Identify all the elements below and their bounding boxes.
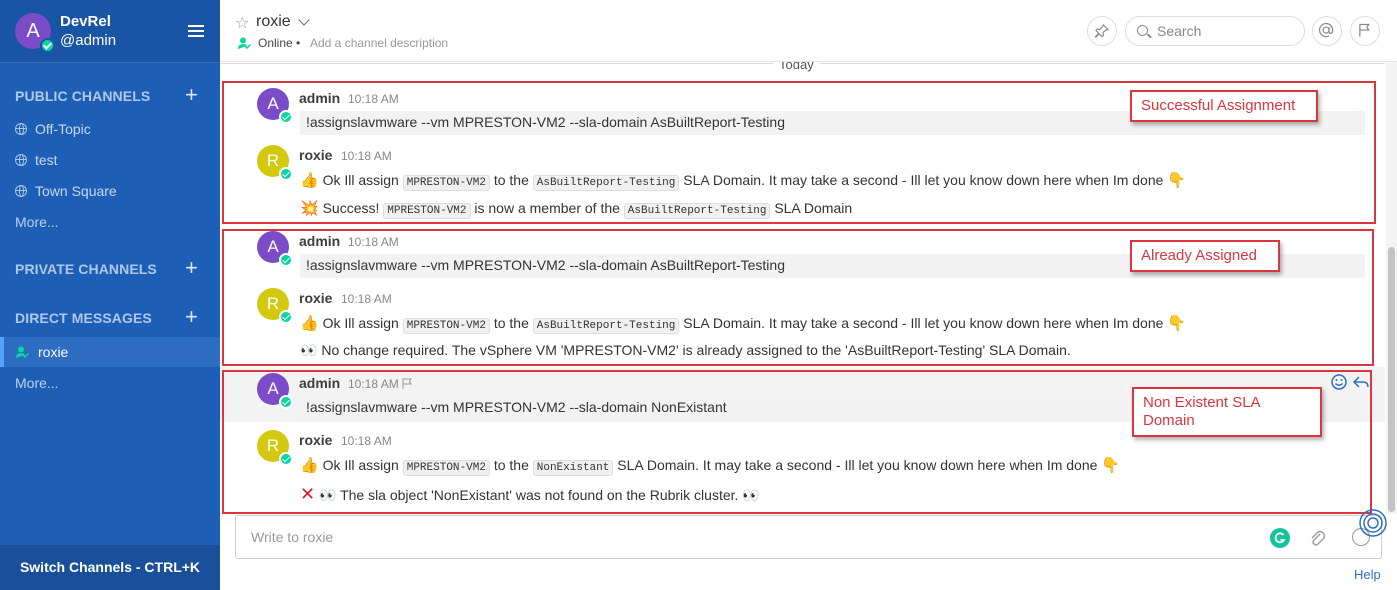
chevron-down-icon[interactable]	[298, 14, 310, 26]
team-name: DevRel	[60, 13, 111, 30]
scrollbar[interactable]	[1386, 62, 1397, 514]
hamburger-icon[interactable]	[188, 25, 204, 37]
star-icon[interactable]: ☆	[235, 13, 249, 33]
scrollbar-thumb[interactable]	[1388, 247, 1395, 512]
globe-icon	[15, 123, 27, 135]
public-channels-title: PUBLIC CHANNELS	[15, 88, 151, 104]
annotation-label: Non Existent SLA Domain	[1132, 387, 1322, 437]
online-status-icon	[40, 38, 55, 53]
team-header[interactable]: A DevRel @admin	[0, 0, 220, 63]
at-icon	[1318, 22, 1334, 38]
sidebar: A DevRel @admin PUBLIC CHANNELS + Off-To…	[0, 0, 220, 590]
add-channel-description-link[interactable]: Add a channel description	[310, 36, 448, 50]
pin-icon	[1094, 23, 1110, 38]
assistant-ring-icon[interactable]	[1358, 508, 1388, 538]
sidebar-item-test[interactable]: test	[15, 152, 58, 168]
channel-title[interactable]: roxie	[256, 13, 291, 31]
sidebar-item-label: Town Square	[35, 183, 117, 199]
date-divider-label: Today	[773, 62, 820, 72]
more-public-channels-link[interactable]: More...	[15, 214, 59, 230]
help-link[interactable]: Help	[1354, 567, 1381, 582]
add-private-channel-plus-icon[interactable]: +	[185, 257, 198, 279]
annotation-label: Already Assigned	[1130, 240, 1280, 272]
avatar[interactable]: A	[15, 13, 55, 53]
mentions-button[interactable]	[1312, 16, 1342, 46]
direct-messages-title: DIRECT MESSAGES	[15, 310, 152, 326]
channel-header: ☆ roxie Online • Add a channel descripti…	[220, 0, 1397, 62]
avatar-initial: A	[26, 20, 40, 42]
reply-icon[interactable]	[1352, 373, 1370, 391]
search-input[interactable]	[1125, 16, 1305, 46]
add-public-channel-plus-icon[interactable]: +	[185, 84, 198, 106]
switch-channels-button[interactable]: Switch Channels - CTRL+K	[0, 545, 220, 590]
message-input-box[interactable]	[235, 515, 1382, 559]
flagged-button[interactable]	[1350, 16, 1380, 46]
sidebar-item-label: roxie	[38, 344, 69, 360]
flag-icon	[1359, 23, 1370, 37]
pinned-button[interactable]	[1087, 16, 1117, 46]
status-text: Online •	[258, 36, 301, 50]
sidebar-item-label: Off-Topic	[35, 121, 91, 137]
annotation-label: Successful Assignment	[1130, 90, 1318, 122]
dm-icon	[16, 346, 29, 358]
globe-icon	[15, 185, 27, 197]
search-icon	[1137, 25, 1148, 36]
search-field[interactable]	[1157, 23, 1297, 39]
add-direct-message-plus-icon[interactable]: +	[185, 306, 198, 328]
username: @admin	[60, 32, 117, 49]
sidebar-item-label: test	[35, 152, 58, 168]
post-actions	[1298, 372, 1370, 392]
sidebar-item-town-square[interactable]: Town Square	[15, 183, 117, 199]
more-direct-messages-link[interactable]: More...	[15, 375, 59, 391]
sidebar-item-roxie[interactable]: roxie	[0, 337, 220, 367]
message-input[interactable]	[251, 529, 1151, 545]
grammarly-icon[interactable]	[1270, 528, 1290, 548]
sidebar-item-off-topic[interactable]: Off-Topic	[15, 121, 91, 137]
smiley-icon[interactable]	[1330, 373, 1348, 391]
dm-icon	[238, 37, 251, 49]
private-channels-title: PRIVATE CHANNELS	[15, 261, 157, 277]
globe-icon	[15, 154, 27, 166]
attach-icon[interactable]	[1308, 528, 1326, 548]
